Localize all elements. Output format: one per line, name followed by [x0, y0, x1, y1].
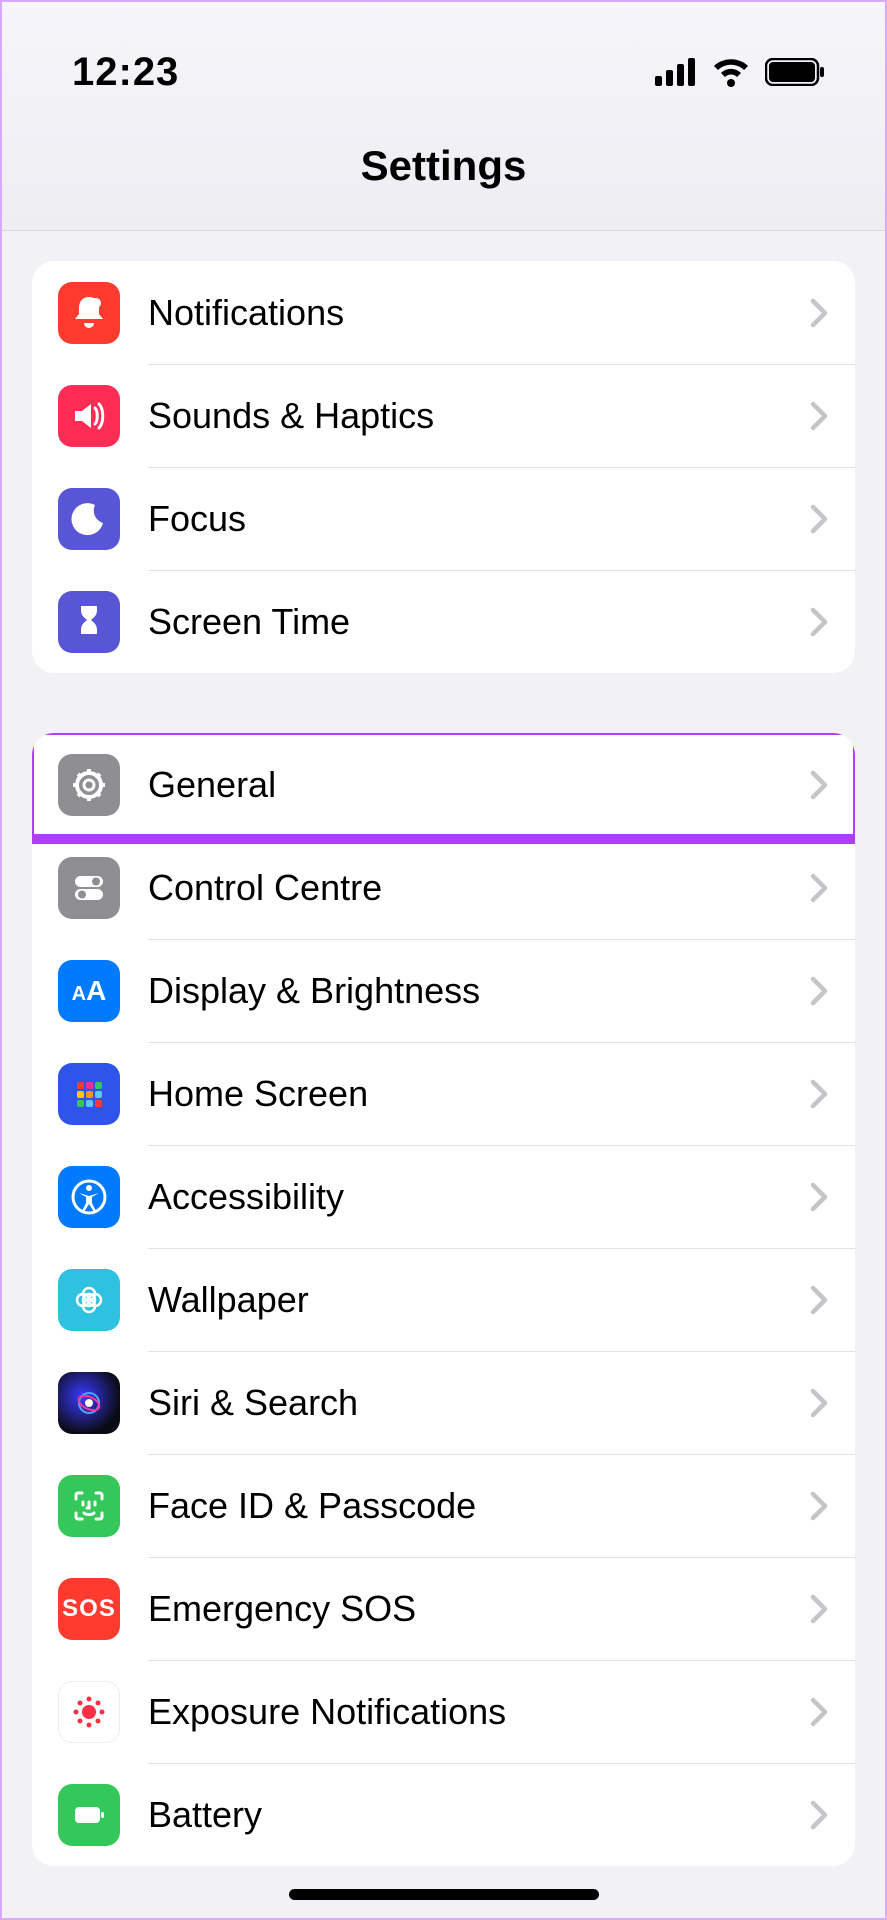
row-label: Battery	[148, 1794, 809, 1836]
focus-icon	[58, 488, 120, 550]
row-general[interactable]: General	[32, 733, 855, 836]
row-label: Home Screen	[148, 1073, 809, 1115]
row-label: Sounds & Haptics	[148, 395, 809, 437]
row-label: Display & Brightness	[148, 970, 809, 1012]
row-siri[interactable]: Siri & Search	[32, 1351, 855, 1454]
wallpaper-icon	[58, 1269, 120, 1331]
siri-icon	[58, 1372, 120, 1434]
row-label: Focus	[148, 498, 809, 540]
page-title: Settings	[2, 142, 885, 190]
settings-group-1: Notifications Sounds & Haptics Focus Scr…	[32, 261, 855, 673]
row-label: Control Centre	[148, 867, 809, 909]
row-homescreen[interactable]: Home Screen	[32, 1042, 855, 1145]
row-label: Emergency SOS	[148, 1588, 809, 1630]
chevron-right-icon	[809, 1491, 829, 1521]
row-screentime[interactable]: Screen Time	[32, 570, 855, 673]
status-bar: 12:23	[2, 2, 885, 122]
status-time: 12:23	[72, 50, 179, 95]
row-label: Wallpaper	[148, 1279, 809, 1321]
chevron-right-icon	[809, 1697, 829, 1727]
chevron-right-icon	[809, 504, 829, 534]
row-exposure[interactable]: Exposure Notifications	[32, 1660, 855, 1763]
row-label: Face ID & Passcode	[148, 1485, 809, 1527]
row-faceid[interactable]: Face ID & Passcode	[32, 1454, 855, 1557]
sos-icon: SOS	[58, 1578, 120, 1640]
faceid-icon	[58, 1475, 120, 1537]
row-label: Screen Time	[148, 601, 809, 643]
row-label: Notifications	[148, 292, 809, 334]
chevron-right-icon	[809, 1182, 829, 1212]
row-label: Accessibility	[148, 1176, 809, 1218]
exposure-icon	[58, 1681, 120, 1743]
notifications-icon	[58, 282, 120, 344]
status-indicators	[655, 57, 825, 87]
chevron-right-icon	[809, 873, 829, 903]
wifi-icon	[711, 57, 751, 87]
screentime-icon	[58, 591, 120, 653]
row-controlcentre[interactable]: Control Centre	[32, 836, 855, 939]
chevron-right-icon	[809, 1285, 829, 1315]
cellular-icon	[655, 58, 697, 86]
chevron-right-icon	[809, 298, 829, 328]
homescreen-icon	[58, 1063, 120, 1125]
row-sos[interactable]: SOS Emergency SOS	[32, 1557, 855, 1660]
chevron-right-icon	[809, 607, 829, 637]
battery-setting-icon	[58, 1784, 120, 1846]
row-sounds[interactable]: Sounds & Haptics	[32, 364, 855, 467]
chevron-right-icon	[809, 770, 829, 800]
chevron-right-icon	[809, 1079, 829, 1109]
chevron-right-icon	[809, 976, 829, 1006]
chevron-right-icon	[809, 401, 829, 431]
row-label: General	[148, 764, 809, 806]
chevron-right-icon	[809, 1594, 829, 1624]
controlcentre-icon	[58, 857, 120, 919]
row-battery[interactable]: Battery	[32, 1763, 855, 1866]
row-focus[interactable]: Focus	[32, 467, 855, 570]
general-icon	[58, 754, 120, 816]
row-accessibility[interactable]: Accessibility	[32, 1145, 855, 1248]
home-indicator[interactable]	[289, 1889, 599, 1900]
row-wallpaper[interactable]: Wallpaper	[32, 1248, 855, 1351]
row-label: Siri & Search	[148, 1382, 809, 1424]
row-notifications[interactable]: Notifications	[32, 261, 855, 364]
display-icon: AA	[58, 960, 120, 1022]
settings-group-2: General Control Centre AA Display & Brig…	[32, 733, 855, 1866]
accessibility-icon	[58, 1166, 120, 1228]
row-display[interactable]: AA Display & Brightness	[32, 939, 855, 1042]
battery-icon	[765, 58, 825, 86]
chevron-right-icon	[809, 1800, 829, 1830]
row-label: Exposure Notifications	[148, 1691, 809, 1733]
sounds-icon	[58, 385, 120, 447]
chevron-right-icon	[809, 1388, 829, 1418]
page-header: Settings	[2, 122, 885, 231]
